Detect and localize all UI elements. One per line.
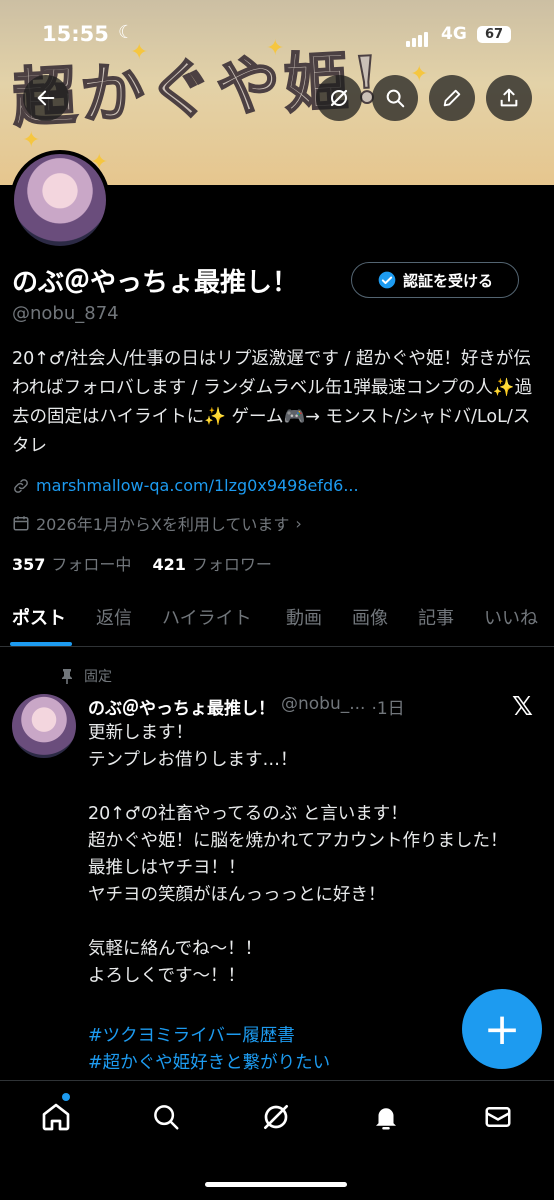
tab-articles[interactable]: 記事	[418, 604, 454, 630]
followers-count: 421	[152, 555, 186, 574]
link-icon	[14, 478, 28, 493]
search-icon	[154, 1105, 179, 1130]
tab-replies[interactable]: 返信	[96, 604, 132, 630]
hashtag-link[interactable]: #ツクヨミライバー履歴書	[88, 1022, 295, 1047]
active-tab-indicator	[10, 642, 72, 646]
profile-link-text[interactable]: marshmallow-qa.com/1lzg0x9498efd6...	[36, 476, 359, 495]
profile-avatar[interactable]	[10, 150, 110, 250]
share-button[interactable]	[486, 75, 532, 121]
profile-tabs: ポスト 返信 ハイライト 動画 画像 記事 いいね	[0, 598, 554, 647]
grok-icon	[264, 1105, 288, 1129]
pinned-text: 固定	[84, 669, 112, 685]
home-indicator	[205, 1182, 347, 1187]
profile-link[interactable]: marshmallow-qa.com/1lzg0x9498efd6...	[12, 476, 359, 495]
tab-posts[interactable]: ポスト	[12, 604, 66, 630]
followers-label: フォロワー	[191, 555, 272, 574]
profile-handle: @nobu_874	[12, 303, 119, 324]
grok-button[interactable]	[316, 75, 362, 121]
home-notification-dot	[62, 1093, 70, 1101]
hashtag-link[interactable]: #超かぐや姫好きと繋がりたい	[88, 1049, 330, 1074]
follow-counts: 357 フォロー中 421 フォロワー	[12, 551, 272, 575]
back-button[interactable]	[23, 75, 69, 121]
arrow-left-icon	[37, 90, 55, 106]
plus-icon: +	[483, 1003, 521, 1055]
search-icon	[386, 89, 405, 108]
post-header: のぶ＠やっちょ最推し！ @nobu_... ·1日	[88, 694, 508, 719]
calendar-icon	[13, 516, 29, 531]
pinned-label: 固定	[60, 666, 112, 686]
compose-post-button[interactable]: +	[462, 989, 542, 1069]
tab-likes[interactable]: いいね	[484, 604, 538, 630]
following-count: 357	[12, 555, 46, 574]
post-body: 更新します！ テンプレお借りします…！ 20↑♂の社畜やってるのぶ と言います！…	[88, 723, 508, 986]
tab-videos[interactable]: 動画	[286, 604, 322, 630]
search-button[interactable]	[372, 75, 418, 121]
mail-icon	[485, 1107, 511, 1127]
joined-date-text: 2026年1月からXを利用しています	[36, 515, 290, 534]
profile-name: のぶ＠やっちょ最推し！	[12, 268, 299, 298]
pencil-icon	[443, 89, 461, 107]
tab-highlights[interactable]: ハイライト	[162, 604, 252, 630]
joined-date[interactable]: 2026年1月からXを利用しています ›	[12, 511, 302, 535]
status-time: 15:55	[42, 22, 109, 46]
nav-messages[interactable]	[480, 1099, 516, 1135]
tab-images[interactable]: 画像	[352, 604, 388, 630]
home-icon	[42, 1103, 70, 1131]
post-author-name[interactable]: のぶ＠やっちょ最推し！	[88, 694, 275, 719]
get-verified-button[interactable]: 認証を受ける	[351, 262, 519, 298]
edit-button[interactable]	[429, 75, 475, 121]
followers-link[interactable]: 421 フォロワー	[153, 555, 272, 574]
network-label: 4G	[441, 24, 467, 44]
following-link[interactable]: 357 フォロー中	[12, 555, 131, 574]
battery-indicator: 67	[477, 26, 511, 43]
post-time: ·1日	[371, 699, 405, 719]
nav-home[interactable]	[38, 1099, 74, 1135]
moon-icon: ☾	[118, 22, 135, 43]
x-logo-icon: 𝕏	[512, 692, 533, 722]
verified-badge-icon	[378, 271, 396, 289]
profile-bio: 20↑♂/社会人/仕事の日はリプ返激遅です / 超かぐや姫！好きが伝わればフォロ…	[12, 349, 533, 456]
bell-icon	[376, 1108, 396, 1130]
post-author-handle[interactable]: @nobu_...	[281, 694, 365, 719]
share-icon	[500, 88, 518, 107]
post-avatar[interactable]	[12, 694, 76, 758]
nav-notifications[interactable]	[368, 1099, 404, 1135]
get-verified-label: 認証を受ける	[402, 271, 493, 290]
grok-icon	[330, 89, 348, 107]
nav-grok[interactable]	[258, 1099, 294, 1135]
status-bar: 15:55 ☾ 4G 67	[0, 22, 554, 52]
chevron-right-icon: ›	[295, 513, 302, 533]
pin-icon	[62, 669, 72, 684]
following-label: フォロー中	[51, 555, 132, 574]
signal-icon	[406, 28, 430, 47]
nav-search[interactable]	[148, 1099, 184, 1135]
